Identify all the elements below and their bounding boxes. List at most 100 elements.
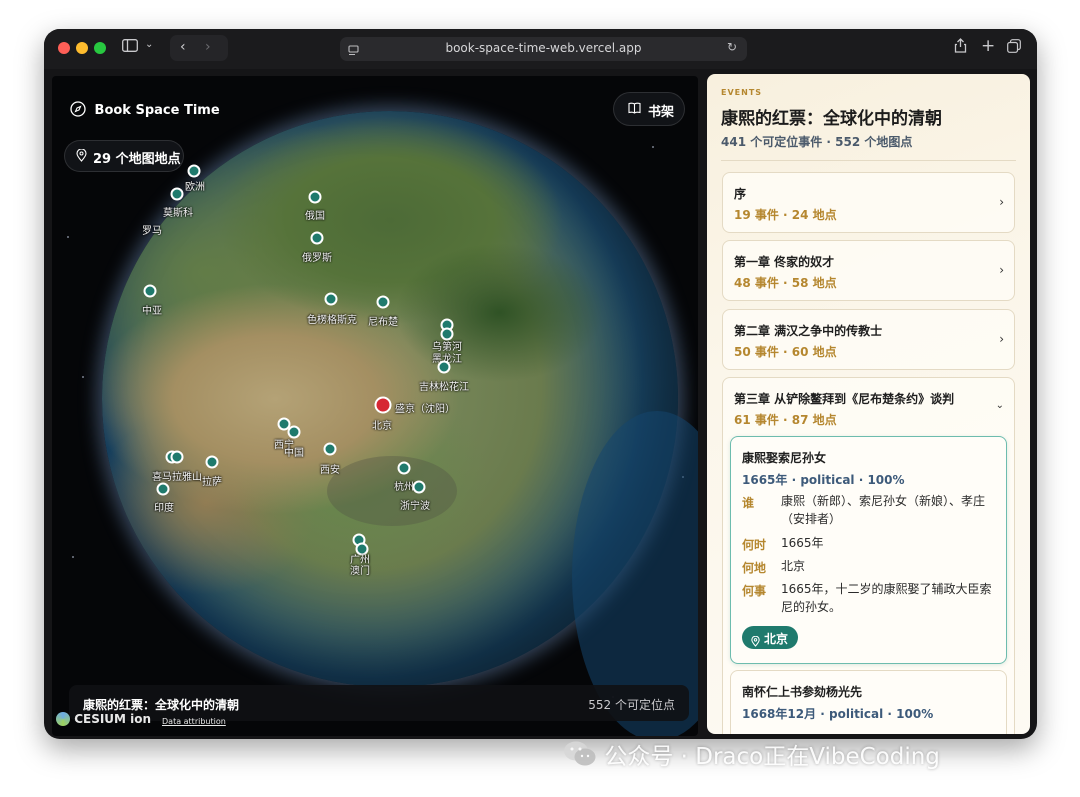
panel-title: 康熙的红票：全球化中的清朝 bbox=[721, 109, 942, 129]
earth-globe[interactable] bbox=[102, 111, 698, 736]
place-button-beijing[interactable]: 北京 bbox=[742, 626, 798, 649]
chapter-card-1[interactable]: 第一章 佟家的奴才 48 事件 · 58 地点 › bbox=[722, 240, 1015, 301]
map-marker[interactable] bbox=[308, 190, 322, 204]
brand[interactable]: Book Space Time bbox=[70, 101, 220, 121]
chapter-title: 序 bbox=[734, 187, 747, 201]
cesium-icon bbox=[56, 712, 70, 726]
book-title: 康熙的红票：全球化中的清朝 bbox=[83, 698, 240, 712]
map-label-hangzhou: 杭州 bbox=[394, 482, 414, 493]
address-bar[interactable]: book-space-time-web.vercel.app ↻ bbox=[340, 37, 747, 61]
panel-stats: 441 个可定位事件 · 552 个地图点 bbox=[721, 135, 913, 149]
map-marker[interactable] bbox=[143, 284, 157, 298]
map-marker[interactable] bbox=[437, 360, 451, 374]
compass-icon bbox=[70, 101, 86, 121]
who-value: 康熙（新郎）、索尼孙女（新娘）、孝庄（安排者） bbox=[781, 494, 986, 526]
cesium-logo[interactable]: CESIUM ion bbox=[56, 712, 151, 726]
map-label-russia: 俄国 bbox=[305, 211, 325, 222]
what-label: 何事 bbox=[742, 584, 767, 598]
chevron-down-icon[interactable]: ⌄ bbox=[145, 39, 153, 50]
map-label-moscow: 莫斯科 bbox=[163, 208, 193, 219]
map-label-beijing: 北京 bbox=[372, 421, 392, 432]
reload-icon[interactable]: ↻ bbox=[727, 40, 737, 54]
places-count-label: 29 个地图地点 bbox=[93, 152, 181, 167]
chapter-meta: 61 事件 · 87 地点 bbox=[734, 413, 837, 427]
browser-titlebar: ⌄ ‹ › book-space-time-web.vercel.app ↻ + bbox=[44, 29, 1037, 69]
bookshelf-label: 书架 bbox=[648, 105, 675, 120]
when-label: 何时 bbox=[742, 538, 767, 552]
map-marker[interactable] bbox=[397, 461, 411, 475]
star bbox=[82, 376, 84, 378]
chapter-card-preface[interactable]: 序 19 事件 · 24 地点 › bbox=[722, 172, 1015, 233]
pin-icon bbox=[751, 632, 760, 651]
data-attribution-link[interactable]: Data attribution bbox=[162, 717, 226, 726]
map-label-himalaya: 喜马拉雅山 bbox=[152, 472, 202, 483]
chapter-title: 第二章 满汉之争中的传教士 bbox=[734, 324, 883, 338]
back-icon[interactable]: ‹ bbox=[180, 39, 186, 55]
event-card-selected[interactable]: 康熙娶索尼孙女 1665年 · political · 100% 谁 康熙（新郎… bbox=[730, 436, 1007, 664]
share-icon[interactable] bbox=[954, 38, 967, 57]
map-marker[interactable] bbox=[323, 442, 337, 456]
map-label-russia-2: 俄罗斯 bbox=[302, 253, 332, 264]
sidebar-toggle-icon[interactable] bbox=[122, 39, 138, 56]
bookshelf-button[interactable]: 书架 bbox=[613, 92, 685, 126]
bottom-status-bar: 康熙的红票：全球化中的清朝 552 个可定位点 bbox=[69, 685, 689, 721]
what-value: 1665年，十二岁的康熙娶了辅政大臣索尼的孙女。 bbox=[781, 582, 992, 614]
browser-window: ⌄ ‹ › book-space-time-web.vercel.app ↻ + bbox=[44, 29, 1037, 739]
globe-map-view[interactable]: 欧洲 莫斯科 罗马 俄国 俄罗斯 中亚 色楞格斯克 尼布楚 乌第河 黑龙江 吉林… bbox=[52, 76, 698, 736]
map-marker[interactable] bbox=[310, 231, 324, 245]
map-label-india: 印度 bbox=[154, 503, 174, 514]
chevron-right-icon: › bbox=[999, 332, 1004, 346]
place-button-label: 北京 bbox=[764, 632, 789, 646]
places-count-chip[interactable]: 29 个地图地点 bbox=[64, 140, 184, 172]
star bbox=[67, 236, 69, 238]
map-marker[interactable] bbox=[412, 480, 426, 494]
chevron-right-icon: › bbox=[999, 263, 1004, 277]
star bbox=[72, 556, 74, 558]
map-label-selenginsk: 色楞格斯克 bbox=[307, 315, 357, 326]
map-label-nerchinsk: 尼布楚 bbox=[368, 317, 398, 328]
chapter-meta: 48 事件 · 58 地点 bbox=[734, 276, 837, 290]
chapter-meta: 19 事件 · 24 地点 bbox=[734, 208, 837, 222]
chapter-card-2[interactable]: 第二章 满汉之争中的传教士 50 事件 · 60 地点 › bbox=[722, 309, 1015, 370]
map-marker[interactable] bbox=[170, 187, 184, 201]
book-icon bbox=[628, 102, 641, 118]
map-label-jilin: 吉林松花江 bbox=[419, 382, 469, 393]
event-title: 南怀仁上书参劾杨光先 bbox=[742, 685, 863, 699]
cesium-text: CESIUM ion bbox=[74, 712, 152, 726]
map-label-shengjing: 盛京（沈阳） bbox=[395, 404, 455, 415]
map-label-xian: 西安 bbox=[320, 465, 340, 476]
chevron-down-icon: ⌄ bbox=[995, 400, 1004, 411]
events-panel: EVENTS 康熙的红票：全球化中的清朝 441 个可定位事件 · 552 个地… bbox=[707, 74, 1030, 734]
chapter-card-3-expanded[interactable]: 第三章 从铲除鳌拜到《尼布楚条约》谈判 61 事件 · 87 地点 ⌄ 康熙娶索… bbox=[722, 377, 1015, 734]
forward-icon[interactable]: › bbox=[205, 39, 211, 55]
tab-overview-icon[interactable] bbox=[1007, 39, 1021, 57]
wechat-icon bbox=[563, 740, 597, 774]
chevron-right-icon: › bbox=[999, 195, 1004, 209]
brand-name: Book Space Time bbox=[94, 103, 220, 118]
map-label-macau: 澳门 bbox=[350, 566, 370, 577]
map-marker-active[interactable] bbox=[374, 396, 392, 414]
map-marker[interactable] bbox=[205, 455, 219, 469]
where-value: 北京 bbox=[781, 559, 806, 573]
map-marker[interactable] bbox=[187, 164, 201, 178]
nav-buttons-group: ‹ › bbox=[170, 35, 228, 61]
map-marker[interactable] bbox=[170, 450, 184, 464]
map-label-lhasa: 拉萨 bbox=[202, 477, 222, 488]
minimize-window-button[interactable] bbox=[76, 42, 88, 54]
new-tab-icon[interactable]: + bbox=[981, 36, 995, 56]
map-marker[interactable] bbox=[156, 482, 170, 496]
map-marker[interactable] bbox=[324, 292, 338, 306]
map-marker[interactable] bbox=[376, 295, 390, 309]
when-value: 1665年 bbox=[781, 536, 824, 550]
map-label-central-asia: 中亚 bbox=[142, 306, 162, 317]
pin-icon bbox=[76, 148, 87, 166]
close-window-button[interactable] bbox=[58, 42, 70, 54]
star bbox=[652, 146, 654, 148]
event-card-next[interactable]: 南怀仁上书参劾杨光先 1668年12月 · political · 100% bbox=[730, 670, 1007, 734]
chapter-title: 第三章 从铲除鳌拜到《尼布楚条约》谈判 bbox=[734, 392, 955, 406]
zoom-window-button[interactable] bbox=[94, 42, 106, 54]
event-meta: 1665年 · political · 100% bbox=[742, 473, 905, 487]
chapter-title: 第一章 佟家的奴才 bbox=[734, 255, 835, 269]
locatable-count: 552 个可定位点 bbox=[588, 698, 675, 712]
map-label-rome: 罗马 bbox=[142, 226, 162, 237]
